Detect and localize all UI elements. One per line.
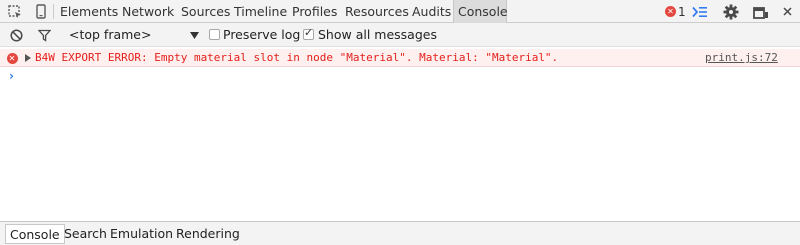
source-link[interactable]: print.js:72 xyxy=(705,49,778,67)
device-mode-icon[interactable] xyxy=(31,0,51,23)
inspect-element-icon[interactable] xyxy=(4,0,26,23)
preserve-log-checkbox[interactable] xyxy=(209,29,220,40)
show-all-messages-checkbox[interactable] xyxy=(303,26,314,40)
error-count: 1 xyxy=(678,4,686,19)
tab-resources[interactable]: Resources xyxy=(345,0,409,23)
settings-gear-icon[interactable] xyxy=(720,0,742,23)
tab-elements[interactable]: Elements xyxy=(60,0,118,23)
show-all-messages-label: Show all messages xyxy=(318,27,437,42)
tab-timeline[interactable]: Timeline xyxy=(234,0,287,23)
close-icon[interactable] xyxy=(777,0,797,23)
drawer-tab-search[interactable]: Search xyxy=(64,224,107,244)
tab-console[interactable]: Console xyxy=(453,0,508,23)
clear-console-icon[interactable] xyxy=(6,23,26,47)
error-icon: ✕ xyxy=(665,6,676,17)
error-icon: ✕ xyxy=(6,49,18,67)
dock-side-icon[interactable] xyxy=(750,0,772,23)
tab-profiles[interactable]: Profiles xyxy=(292,0,337,23)
tab-network[interactable]: Network xyxy=(122,0,174,23)
tab-sources[interactable]: Sources xyxy=(181,0,230,23)
drawer-tab-bar: Console Search Emulation Rendering xyxy=(0,221,800,245)
console-prompt[interactable]: › xyxy=(9,68,14,84)
context-select-value[interactable]: <top frame> xyxy=(69,23,151,47)
console-message-error: ✕ B4W EXPORT ERROR: Empty material slot … xyxy=(0,49,800,67)
error-message-text[interactable]: B4W EXPORT ERROR: Empty material slot in… xyxy=(35,49,558,67)
drawer-toggle-icon[interactable] xyxy=(688,0,712,23)
drawer-tab-emulation[interactable]: Emulation xyxy=(110,224,173,244)
error-counter[interactable]: ✕ 1 xyxy=(665,0,686,23)
devtools-toolbar: Elements Network Sources Timeline Profil… xyxy=(0,0,800,23)
preserve-log-label: Preserve log xyxy=(223,27,301,42)
filter-icon[interactable] xyxy=(34,23,54,47)
expand-triangle-icon[interactable] xyxy=(23,49,33,67)
drawer-tab-rendering[interactable]: Rendering xyxy=(176,224,240,244)
console-filter-bar: <top frame> Preserve log Show all messag… xyxy=(0,23,800,47)
toolbar-divider xyxy=(53,4,54,19)
tab-audits[interactable]: Audits xyxy=(412,0,451,23)
drawer-tab-console[interactable]: Console xyxy=(5,224,65,244)
dropdown-arrow-icon[interactable] xyxy=(187,23,201,47)
